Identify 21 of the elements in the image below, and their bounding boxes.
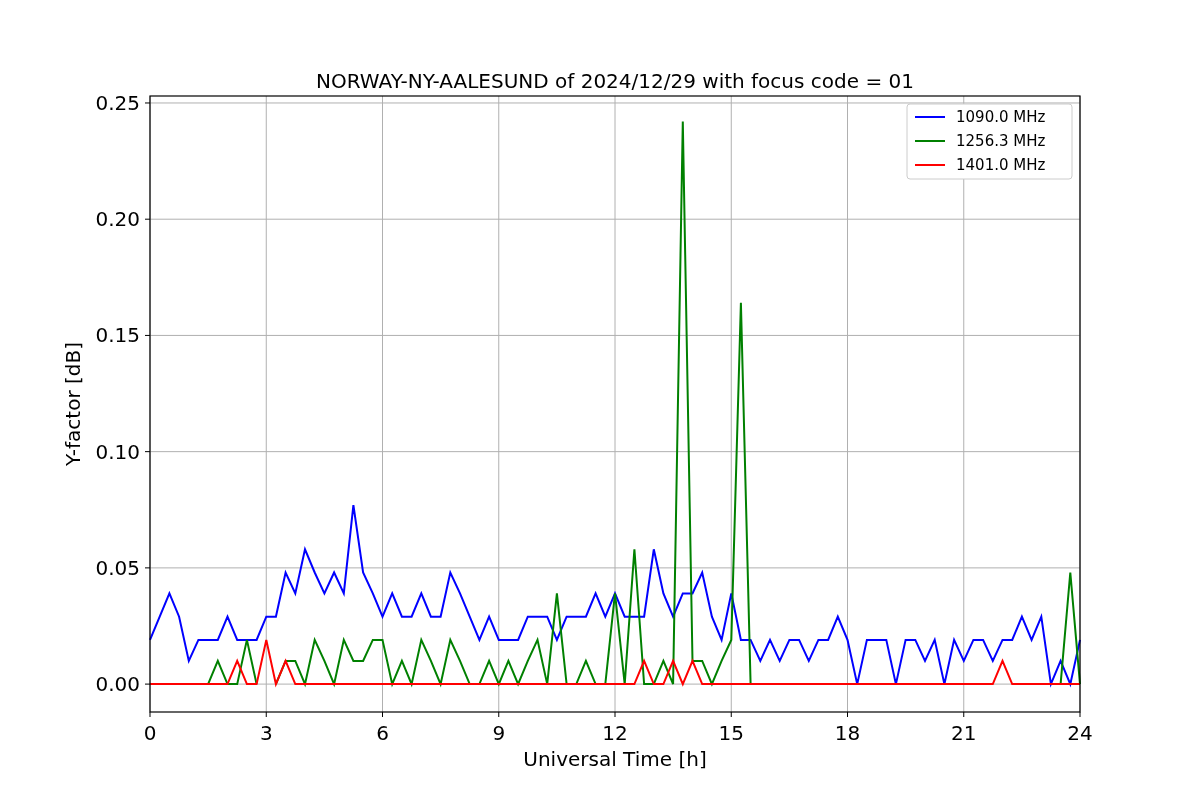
tick-label: 9: [492, 721, 506, 745]
tick-label: 0.05: [95, 555, 140, 580]
tick-label: 15: [718, 721, 744, 745]
legend-label: 1401.0 MHz: [956, 156, 1046, 174]
axis-label: Universal Time [h]: [523, 747, 707, 771]
tick-label: 6: [376, 721, 389, 745]
tick-label: 18: [834, 721, 861, 745]
axis-label: Y-factor [dB]: [61, 342, 85, 466]
legend-label: 1256.3 MHz: [956, 132, 1046, 150]
tick-label: 3: [259, 721, 273, 745]
tick-label: 0.00: [95, 672, 140, 697]
tick-label: 24: [1067, 721, 1093, 745]
tick-label: 0.25: [95, 90, 140, 115]
tick-label: 0.20: [95, 207, 140, 232]
tick-label: 21: [951, 721, 977, 745]
tick-label: 0.15: [95, 323, 140, 348]
tick-label: 0: [143, 721, 157, 745]
tick-label: 12: [602, 721, 628, 745]
chart-title: NORWAY-NY-AALESUND of 2024/12/29 with focus code = 01: [316, 69, 914, 93]
tick-label: 0.10: [95, 439, 140, 464]
legend-label: 1090.0 MHz: [956, 108, 1046, 126]
